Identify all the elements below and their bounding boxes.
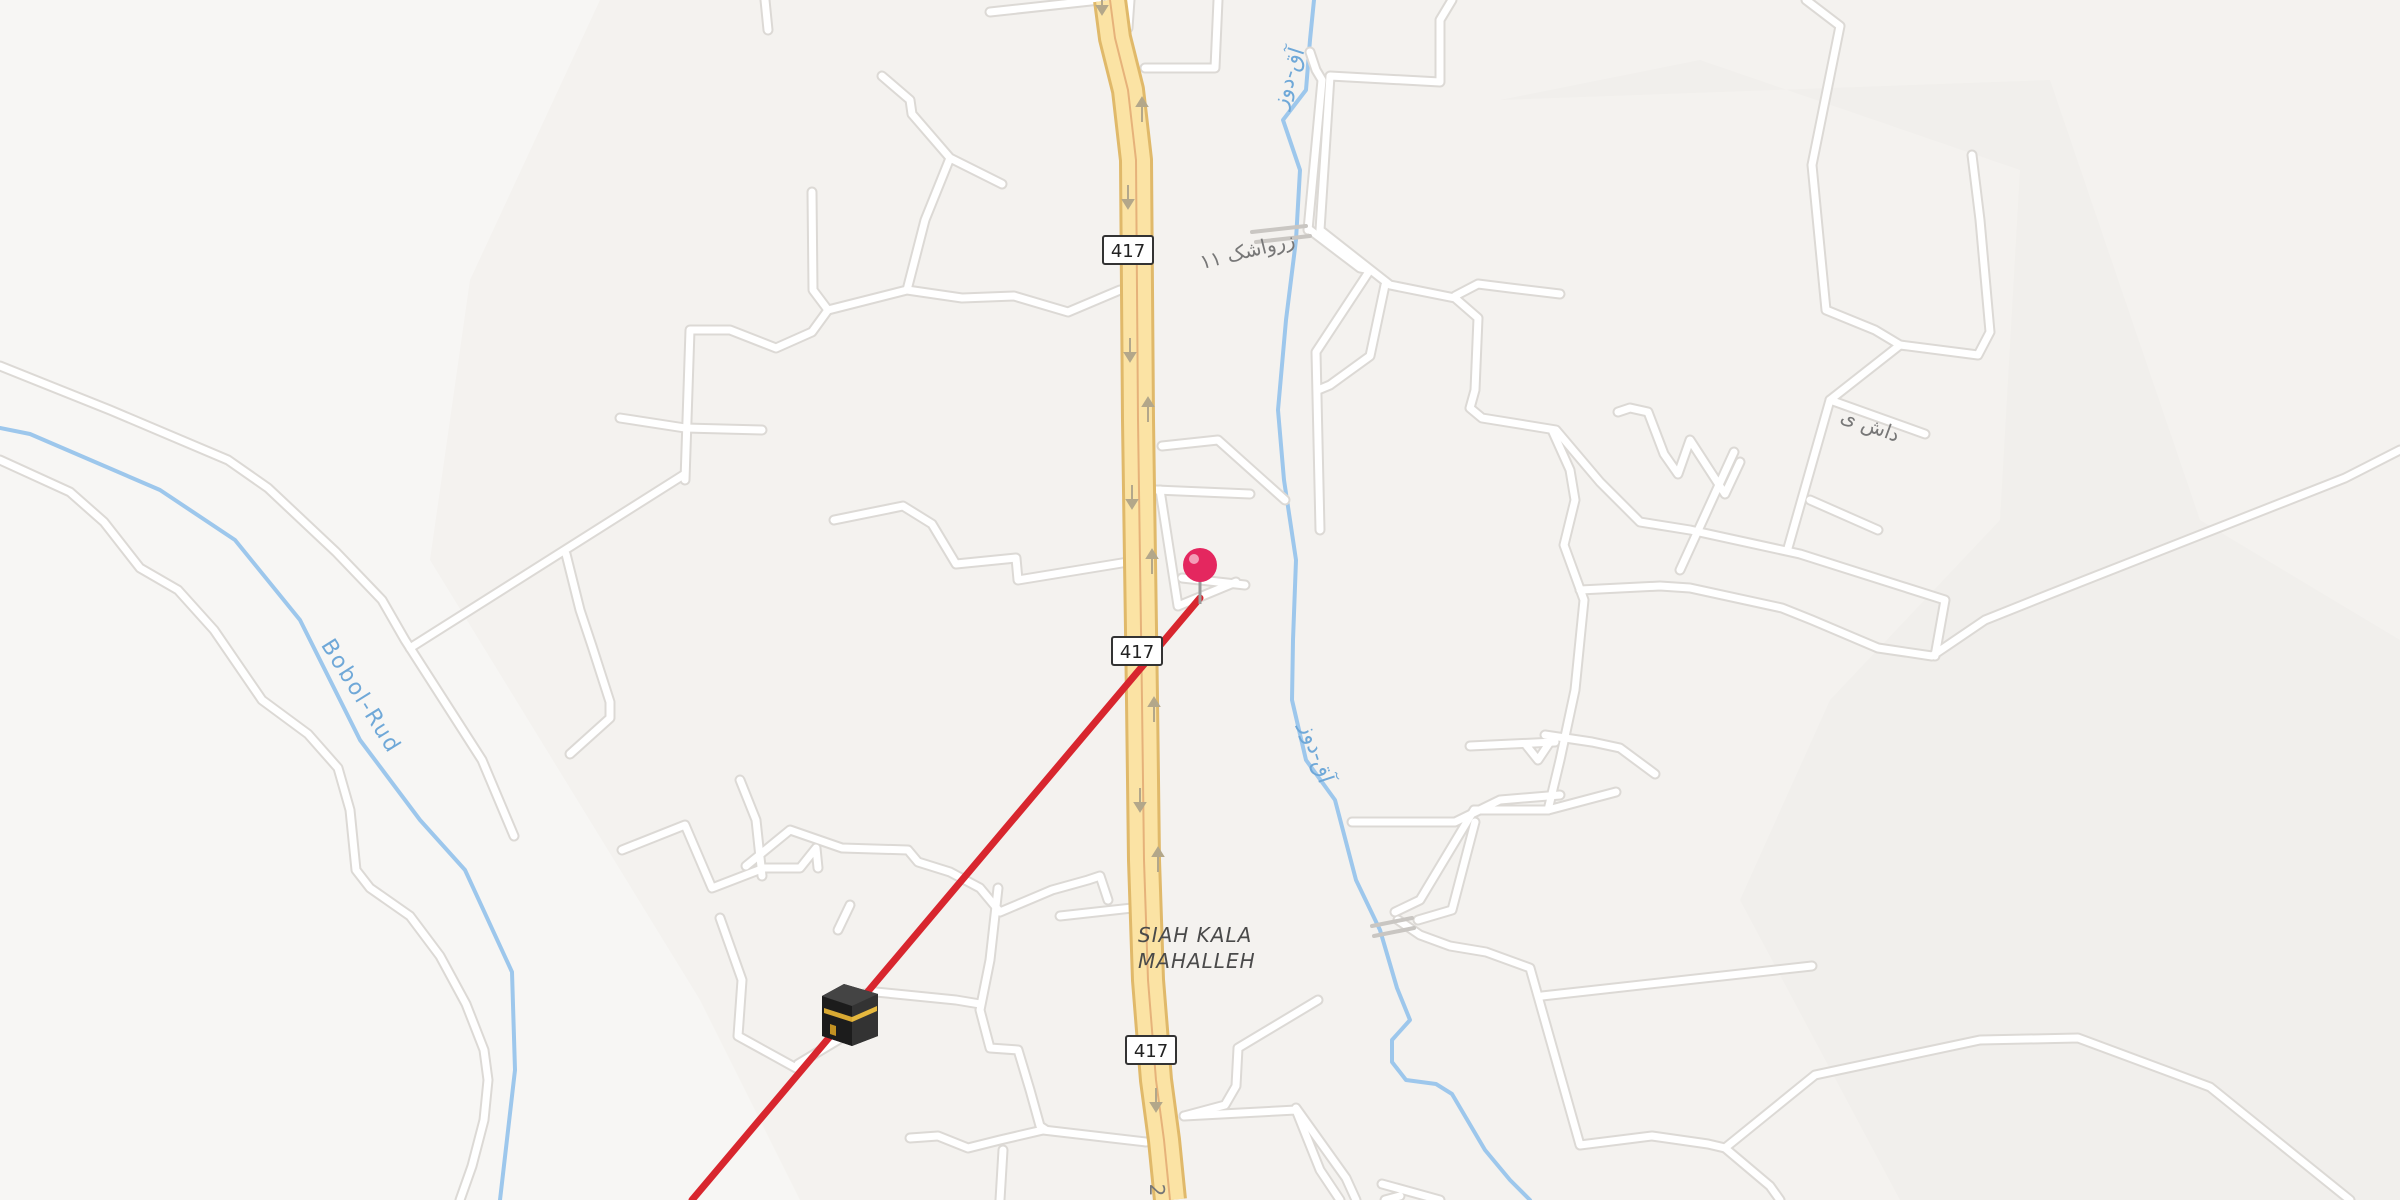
place-label: SIAH KALA (1138, 923, 1252, 947)
route-shield: 417 (1111, 636, 1163, 666)
map-canvas[interactable]: 417 417 417 زرواشک ۱۱ داش ی 2 Bobol-Rud … (0, 0, 2400, 1200)
svg-text:417: 417 (1134, 1041, 1168, 1062)
highway-417 (1093, 0, 1187, 1200)
river-label-aq-duz-north: آق-دوز (1265, 43, 1310, 112)
route-shield: 417 (1125, 1035, 1177, 1065)
svg-text:417: 417 (1120, 642, 1154, 663)
river-label-aq-duz-mid: آق-دوز (1294, 718, 1339, 787)
qibla-direction-line (688, 594, 1204, 1200)
road-label-south: 2 (1145, 1184, 1169, 1197)
place-label: MAHALLEH (1138, 949, 1256, 973)
kaaba-icon[interactable] (822, 984, 878, 1046)
route-shield: 417 (1102, 235, 1154, 265)
road-label-north: زرواشک ۱۱ (1197, 227, 1297, 274)
svg-text:417: 417 (1111, 241, 1145, 262)
